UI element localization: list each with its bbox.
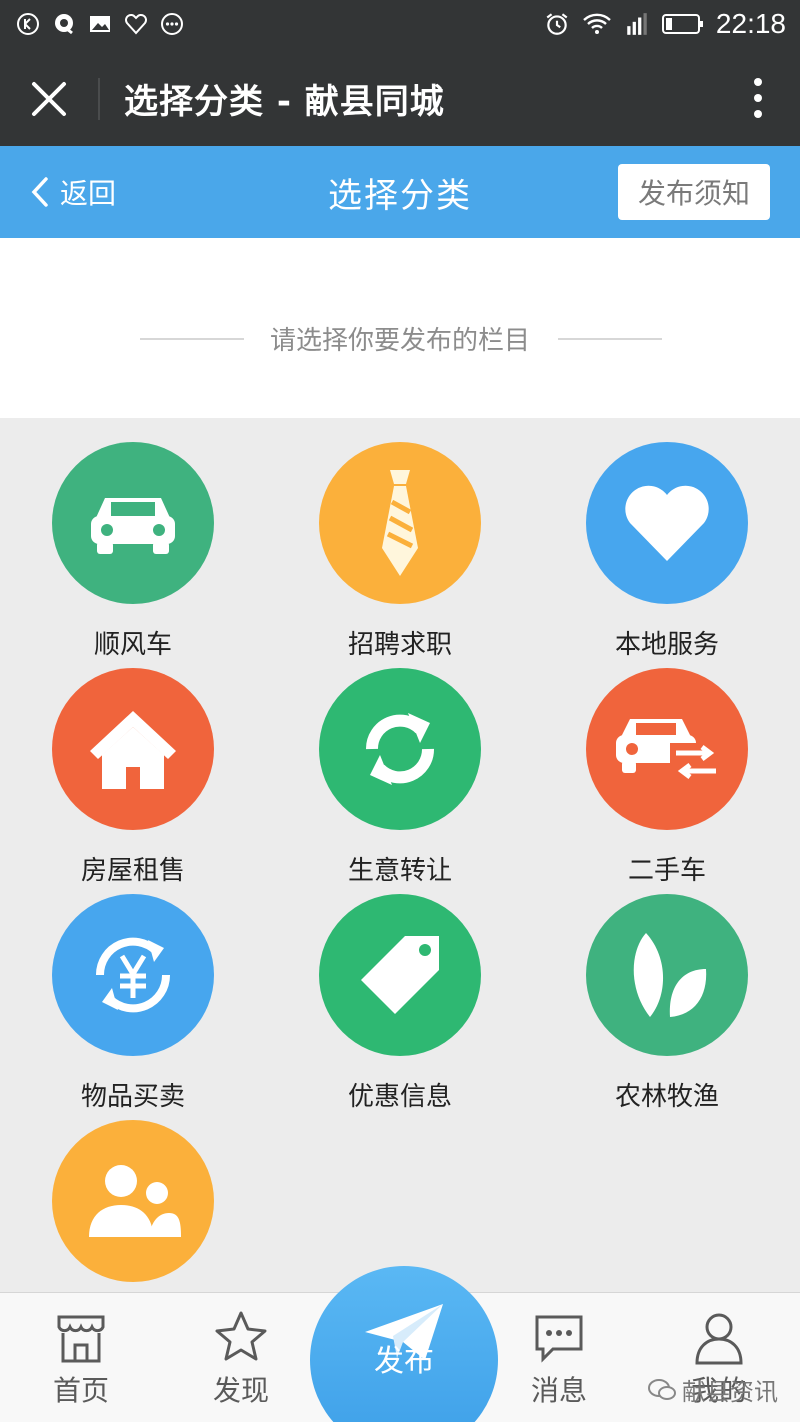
window-title: 选择分类 - 献县同城 bbox=[124, 82, 445, 122]
clock: 22:18 bbox=[715, 8, 786, 39]
user-icon bbox=[695, 1313, 743, 1365]
category-circle bbox=[319, 668, 481, 830]
watermark-text: 献县资讯 bbox=[682, 1378, 778, 1406]
category-carpool[interactable]: 顺风车 bbox=[33, 442, 233, 661]
users-icon bbox=[89, 1165, 181, 1237]
category-circle bbox=[52, 894, 214, 1056]
category-agriculture[interactable]: 农林牧渔 bbox=[567, 894, 767, 1113]
category-circle bbox=[586, 668, 748, 830]
category-circle bbox=[319, 894, 481, 1056]
category-label: 物品买卖 bbox=[80, 1082, 185, 1112]
subtitle-text: 请选择你要发布的栏目 bbox=[269, 326, 530, 356]
app-header: 返回 选择分类 发布须知 bbox=[0, 146, 800, 238]
category-label: 二手车 bbox=[627, 856, 706, 886]
close-icon[interactable] bbox=[26, 76, 72, 122]
nav-discover[interactable]: 发现 bbox=[186, 1309, 296, 1409]
wifi-icon bbox=[583, 13, 611, 34]
image-icon bbox=[90, 16, 110, 32]
title-divider bbox=[98, 78, 100, 120]
category-buy-sell[interactable]: 物品买卖 bbox=[33, 894, 233, 1113]
system-status: 22:18 bbox=[544, 8, 786, 40]
more-menu-icon[interactable] bbox=[752, 78, 764, 122]
wechat-icon bbox=[648, 1378, 676, 1400]
category-label: 本地服务 bbox=[614, 630, 719, 660]
category-used-cars[interactable]: 二手车 bbox=[567, 668, 767, 887]
category-circle bbox=[52, 668, 214, 830]
watermark: 献县资讯 bbox=[648, 1372, 778, 1407]
category-circle bbox=[586, 894, 748, 1056]
nav-messages-label: 消息 bbox=[530, 1374, 587, 1407]
category-business-transfer[interactable]: 生意转让 bbox=[300, 668, 500, 887]
category-circle bbox=[586, 442, 748, 604]
category-label: 房屋租售 bbox=[80, 856, 185, 886]
heart-icon bbox=[625, 485, 709, 561]
category-label: 顺风车 bbox=[93, 630, 172, 660]
category-circle bbox=[52, 1120, 214, 1282]
category-label: 农林牧渔 bbox=[614, 1082, 719, 1112]
category-groups[interactable] bbox=[33, 1120, 233, 1302]
category-label: 招聘求职 bbox=[347, 630, 452, 660]
car-transfer-icon bbox=[616, 719, 720, 783]
publish-label: 发布 bbox=[374, 1344, 434, 1379]
battery-icon bbox=[661, 14, 703, 34]
chat-bubble-icon bbox=[55, 14, 73, 35]
refresh-icon bbox=[365, 713, 435, 785]
nav-discover-label: 发现 bbox=[212, 1374, 269, 1407]
car-icon bbox=[91, 498, 175, 554]
category-label: 生意转让 bbox=[347, 856, 452, 886]
yen-cycle-icon bbox=[95, 937, 171, 1013]
nav-home[interactable]: 首页 bbox=[26, 1309, 136, 1409]
category-label: 优惠信息 bbox=[347, 1082, 452, 1112]
nav-home-label: 首页 bbox=[52, 1374, 109, 1407]
alarm-icon bbox=[546, 13, 568, 35]
tag-icon bbox=[361, 936, 439, 1014]
subtitle-section: 请选择你要发布的栏目 bbox=[0, 238, 800, 418]
tie-icon bbox=[382, 470, 418, 576]
app-k-icon bbox=[17, 13, 39, 35]
category-circle bbox=[319, 442, 481, 604]
category-local-services[interactable]: 本地服务 bbox=[567, 442, 767, 661]
publish-notice-button[interactable]: 发布须知 bbox=[618, 164, 770, 220]
house-icon bbox=[90, 711, 176, 789]
heart-outline-icon bbox=[125, 14, 147, 35]
category-housing[interactable]: 房屋租售 bbox=[33, 668, 233, 887]
store-icon bbox=[57, 1315, 105, 1363]
more-dots-icon bbox=[161, 13, 183, 35]
leaf-icon bbox=[633, 933, 707, 1017]
notification-icons bbox=[16, 12, 184, 36]
star-icon bbox=[215, 1311, 267, 1361]
publish-button[interactable]: 发布 bbox=[310, 1266, 498, 1422]
status-bar: 22:18 bbox=[0, 0, 800, 50]
category-jobs[interactable]: 招聘求职 bbox=[300, 442, 500, 661]
category-circle bbox=[52, 442, 214, 604]
subtitle-divider-right bbox=[558, 338, 662, 340]
nav-messages[interactable]: 消息 bbox=[504, 1309, 614, 1409]
browser-title-bar: 选择分类 - 献县同城 bbox=[0, 50, 800, 146]
message-icon bbox=[535, 1315, 583, 1363]
signal-icon bbox=[627, 13, 647, 35]
category-discounts[interactable]: 优惠信息 bbox=[300, 894, 500, 1113]
